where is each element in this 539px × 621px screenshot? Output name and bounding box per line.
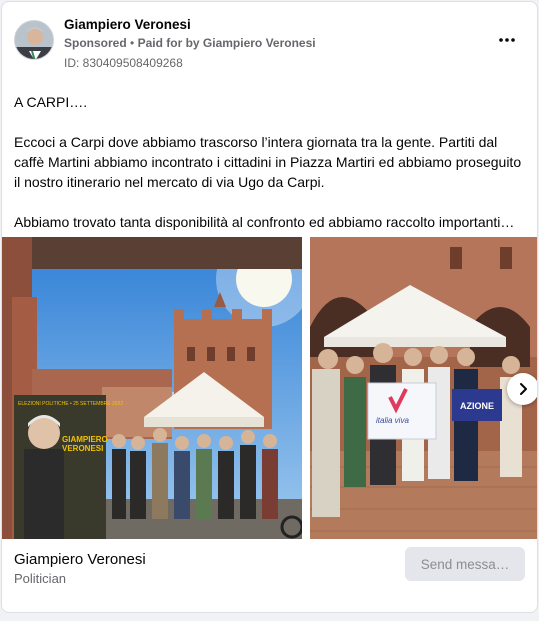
post-paragraph: A CARPI…. <box>14 94 88 110</box>
poster-name-line-1: GIAMPIERO <box>62 435 108 444</box>
paid-for-label: Paid for by Giampiero Veronesi <box>137 36 316 50</box>
footer-page-category: Politician <box>14 571 67 586</box>
avatar[interactable] <box>14 20 54 60</box>
flag-azione-text: AZIONE <box>460 401 494 411</box>
post-paragraph: Eccoci a Carpi dove abbiamo trascorso l’… <box>14 134 522 190</box>
flag-italia-viva-text: italia viva <box>376 416 409 425</box>
post-body: A CARPI…. Eccoci a Carpi dove abbiamo tr… <box>14 92 529 232</box>
poster-name-line-2: VERONESI <box>62 444 103 453</box>
sponsored-line: Sponsored • Paid for by Giampiero Verone… <box>64 36 316 50</box>
image-carousel: ELEZIONI POLITICHE • 25 SETTEMBRE 2022 G… <box>2 237 537 539</box>
ad-id: ID: 830409508409268 <box>64 56 183 70</box>
post-paragraph-truncated[interactable]: Abbiamo trovato tanta disponibilità al c… <box>14 212 529 232</box>
send-message-button[interactable]: Send messa… <box>405 547 525 581</box>
footer-page-name[interactable]: Giampiero Veronesi <box>14 551 146 568</box>
carousel-image-piazza[interactable]: ELEZIONI POLITICHE • 25 SETTEMBRE 2022 G… <box>2 237 302 539</box>
ad-card: Giampiero Veronesi Sponsored • Paid for … <box>1 1 538 613</box>
sponsored-label: Sponsored <box>64 36 127 50</box>
carousel-image-market[interactable]: italia viva AZIONE <box>310 237 537 539</box>
more-options-icon[interactable] <box>495 30 519 54</box>
post-header: Giampiero Veronesi Sponsored • Paid for … <box>14 16 525 76</box>
chevron-right-icon <box>520 383 527 395</box>
carousel-next-button[interactable] <box>507 373 537 405</box>
poster-header-text: ELEZIONI POLITICHE • 25 SETTEMBRE 2022 <box>18 401 123 407</box>
cta-footer: Giampiero Veronesi Politician Send messa… <box>14 547 525 595</box>
separator-dot: • <box>130 36 135 50</box>
author-name[interactable]: Giampiero Veronesi <box>64 17 191 32</box>
